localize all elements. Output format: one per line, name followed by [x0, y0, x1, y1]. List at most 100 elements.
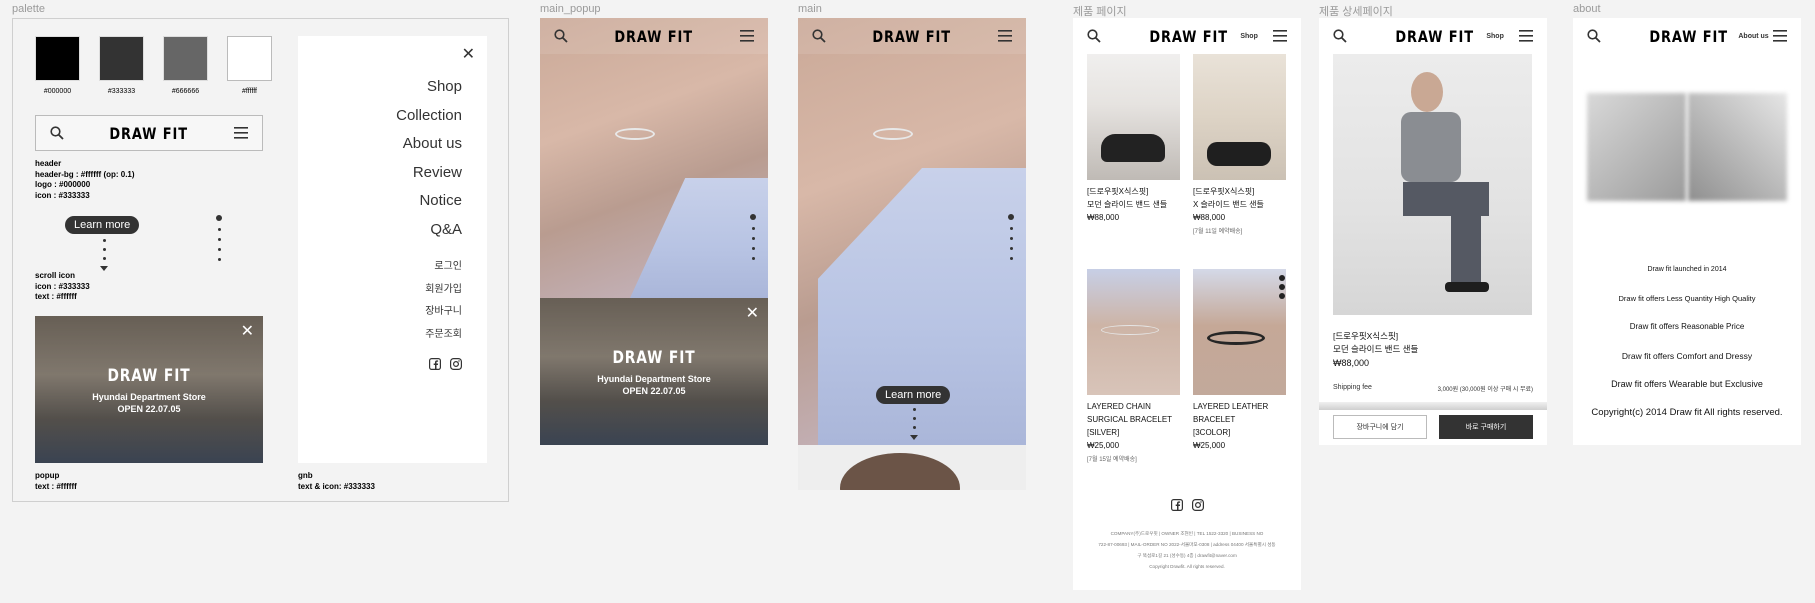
close-icon[interactable]: ✕ [241, 321, 254, 341]
dot-active [216, 215, 222, 221]
gnb-item-about-us[interactable]: About us [396, 130, 462, 159]
gnb-item-orders[interactable]: 주문조회 [425, 324, 462, 347]
header: DRAW FIT Shop [1073, 18, 1301, 54]
logo[interactable]: DRAW FIT [1395, 27, 1474, 46]
popup-line2: OPEN 22.07.05 [117, 404, 181, 414]
gnb-item-shop[interactable]: Shop [396, 73, 462, 102]
product-name[interactable]: [드로우핏X식스핏] X 슬라이드 밴드 샌들 [1193, 185, 1286, 211]
learn-more-button[interactable]: Learn more [65, 216, 140, 234]
product-price: ₩88,000 [1193, 213, 1226, 222]
logo[interactable]: DRAW FIT [110, 124, 189, 143]
swatch-label: #666666 [171, 88, 200, 95]
gnb-item-collection[interactable]: Collection [396, 102, 462, 131]
swatch-row: #000000 #333333 #666666 #ffffff [35, 36, 272, 95]
product-name[interactable]: LAYERED CHAIN SURGICAL BRACELET [SILVER] [1087, 400, 1180, 439]
about-frame: DRAW FIT About us Draw fit launched in 2… [1573, 18, 1801, 445]
dot [102, 257, 106, 260]
main-frame: DRAW FIT Learn more [798, 18, 1026, 490]
swatch-color [227, 36, 272, 81]
color-dots [1279, 275, 1285, 299]
note-line: popup [35, 471, 60, 480]
search-icon[interactable] [554, 29, 568, 43]
logo[interactable]: DRAW FIT [873, 27, 952, 46]
search-icon[interactable] [50, 126, 64, 140]
search-icon[interactable] [1087, 29, 1101, 43]
main-popup-frame: DRAW FIT ✕ DRAW FIT Hyundai Department S… [540, 18, 768, 445]
hamburger-icon[interactable] [997, 30, 1012, 42]
footer-copyright: Copyright Drawfit. All rights reserved. [1149, 564, 1225, 569]
dot-active [750, 214, 756, 220]
product-image[interactable] [1087, 269, 1180, 395]
nav-current-page[interactable]: Shop [1486, 33, 1504, 40]
dot [1279, 293, 1285, 299]
gnb-item-notice[interactable]: Notice [396, 187, 462, 216]
close-icon[interactable]: ✕ [462, 44, 475, 64]
hamburger-icon[interactable] [739, 30, 754, 42]
product-name[interactable]: LAYERED LEATHER BRACELET [3COLOR] [1193, 400, 1286, 439]
arrow-down-icon [910, 435, 918, 440]
about-text: Draw fit launched in 2014 Draw fit offer… [1573, 256, 1801, 427]
product-note: [7월 15일 예약배송] [1087, 457, 1137, 463]
shipping-label: Shipping fee [1333, 384, 1372, 391]
facebook-icon[interactable] [1170, 499, 1183, 511]
product-name[interactable]: [드로우핏X식스핏] 모던 슬라이드 밴드 샌들 [1087, 185, 1180, 211]
about-line: Draw fit offers Less Quantity High Quali… [1618, 293, 1756, 303]
hamburger-icon[interactable] [233, 127, 248, 139]
dot [912, 417, 916, 420]
instagram-icon[interactable] [1191, 499, 1204, 511]
search-icon[interactable] [1587, 29, 1601, 43]
about-copyright: Copyright(c) 2014 Draw fit All rights re… [1591, 406, 1783, 418]
add-to-cart-button[interactable]: 장바구니에 담기 [1333, 415, 1427, 439]
facebook-icon[interactable] [429, 358, 441, 370]
product-image[interactable] [1087, 54, 1180, 180]
gnb-notes: gnb text & icon: #333333 [298, 471, 375, 492]
next-section-image [798, 445, 1026, 490]
hamburger-icon[interactable] [1773, 30, 1787, 42]
bracelet-shape [1101, 325, 1159, 335]
swatch-label: #000000 [43, 88, 72, 95]
gnb-item-login[interactable]: 로그인 [425, 256, 462, 279]
product-card[interactable]: [드로우핏X식스핏] X 슬라이드 밴드 샌들 ₩88,000 [7월 11일 … [1193, 54, 1286, 235]
swatch: #000000 [35, 36, 80, 95]
dot [912, 426, 916, 429]
nav-current-page[interactable]: About us [1738, 33, 1768, 40]
learn-more-button[interactable]: Learn more [876, 386, 951, 404]
dot [217, 248, 221, 251]
product-price: ₩25,000 [1087, 441, 1120, 450]
header: DRAW FIT [540, 18, 768, 54]
product-image[interactable] [1193, 269, 1286, 395]
gnb-item-review[interactable]: Review [396, 159, 462, 188]
header-notes: header header-bg : #ffffff (op: 0.1) log… [35, 159, 135, 201]
note-line: text : #ffffff [35, 292, 77, 301]
search-icon[interactable] [812, 29, 826, 43]
product-card[interactable]: [드로우핏X식스핏] 모던 슬라이드 밴드 샌들 ₩88,000 [1087, 54, 1180, 222]
product-main-image[interactable] [1333, 54, 1532, 315]
product-price: ₩88,000 [1087, 213, 1120, 222]
dot [217, 258, 221, 261]
buy-now-button[interactable]: 바로 구매하기 [1439, 415, 1533, 439]
arrow-down-icon [100, 266, 108, 271]
search-icon[interactable] [1333, 29, 1347, 43]
logo[interactable]: DRAW FIT [615, 27, 694, 46]
header: DRAW FIT About us [1573, 18, 1801, 54]
close-icon[interactable]: ✕ [746, 303, 759, 323]
logo[interactable]: DRAW FIT [1649, 27, 1728, 46]
product-card[interactable]: LAYERED CHAIN SURGICAL BRACELET [SILVER]… [1087, 269, 1180, 463]
learn-more-sample[interactable]: Learn more [65, 215, 140, 234]
gnb-item-signup[interactable]: 회원가입 [425, 279, 462, 302]
about-line: Draw fit offers Comfort and Dressy [1621, 350, 1753, 361]
hair-shape [840, 453, 960, 490]
nav-current-page[interactable]: Shop [1240, 33, 1258, 40]
dot [1279, 284, 1285, 290]
dot [751, 257, 755, 260]
instagram-icon[interactable] [450, 358, 462, 370]
hamburger-icon[interactable] [1519, 30, 1533, 42]
gnb-item-cart[interactable]: 장바구니 [425, 301, 462, 324]
gnb-item-qa[interactable]: Q&A [396, 216, 462, 245]
hamburger-icon[interactable] [1273, 30, 1287, 42]
learn-more-wrap[interactable]: Learn more [876, 385, 951, 404]
product-card[interactable]: LAYERED LEATHER BRACELET [3COLOR] ₩25,00… [1193, 269, 1286, 450]
frame-label-about: about [1573, 3, 1601, 15]
logo[interactable]: DRAW FIT [1149, 27, 1228, 46]
product-image[interactable] [1193, 54, 1286, 180]
